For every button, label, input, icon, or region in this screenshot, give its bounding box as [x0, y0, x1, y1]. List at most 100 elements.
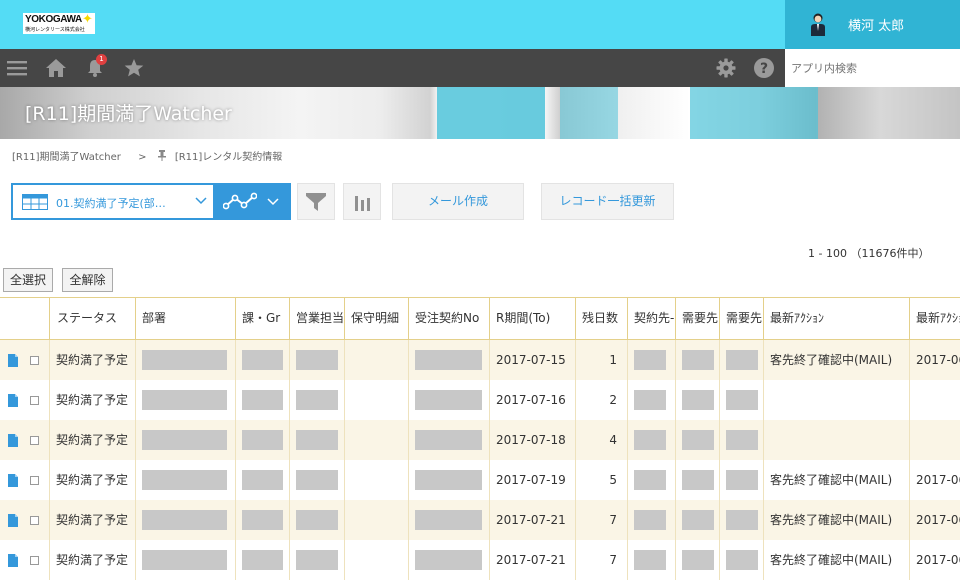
column-header[interactable]: 需要先: [719, 298, 763, 339]
record-detail-icon[interactable]: [8, 394, 18, 407]
redacted-value: [142, 390, 227, 410]
column-header[interactable]: 受注契約No: [408, 298, 489, 339]
latest-action-cell: 客先終了確認中(MAIL): [763, 460, 909, 500]
table-row[interactable]: 契約満了予定 2017-07-18 4: [0, 420, 960, 460]
redacted-value: [296, 430, 338, 450]
favorites-star-icon[interactable]: [124, 58, 144, 78]
hamburger-menu-icon[interactable]: [7, 58, 27, 78]
column-header[interactable]: 最新ｱｸｼｮ: [909, 298, 960, 339]
table-row[interactable]: 契約満了予定 2017-07-217 客先終了確認中(MAIL)2017-06: [0, 540, 960, 580]
bulk-update-button[interactable]: レコード一括更新: [541, 183, 674, 220]
latest-action-date-cell: [909, 420, 960, 460]
column-header[interactable]: 部署: [135, 298, 235, 339]
row-controls: [0, 420, 49, 460]
column-header[interactable]: 残日数: [575, 298, 627, 339]
breadcrumb-separator: >: [138, 152, 147, 163]
chevron-down-icon: [195, 197, 207, 205]
end-date-cell: 2017-07-19: [489, 460, 575, 500]
empty-cell: [344, 340, 408, 380]
chart-button[interactable]: [343, 183, 381, 220]
redacted-value: [682, 510, 714, 530]
latest-action-date-cell: 2017-06: [909, 540, 960, 580]
home-icon[interactable]: [46, 58, 66, 78]
redacted-value: [634, 510, 666, 530]
filter-button[interactable]: [297, 183, 335, 220]
top-bar: YOKOGAWA ✦ 横河レンタリース株式会社 横河 太郎: [0, 0, 960, 49]
user-menu[interactable]: 横河 太郎: [785, 0, 960, 49]
redacted-value: [242, 390, 283, 410]
redacted-cell: [719, 540, 763, 580]
deselect-all-button[interactable]: 全解除: [62, 268, 113, 292]
app-search-input[interactable]: [785, 49, 960, 87]
empty-cell: [344, 460, 408, 500]
redacted-cell: [408, 460, 489, 500]
row-checkbox[interactable]: [30, 396, 39, 405]
table-row[interactable]: 契約満了予定 2017-07-151 客先終了確認中(MAIL)2017-06: [0, 340, 960, 380]
record-detail-icon[interactable]: [8, 554, 18, 567]
table-row[interactable]: 契約満了予定 2017-07-16 2: [0, 380, 960, 420]
column-header[interactable]: R期間(To): [489, 298, 575, 339]
redacted-value: [142, 550, 227, 570]
redacted-cell: [719, 500, 763, 540]
table-row[interactable]: 契約満了予定 2017-07-195 客先終了確認中(MAIL)2017-06: [0, 460, 960, 500]
redacted-value: [634, 390, 666, 410]
column-header[interactable]: ステータス: [49, 298, 135, 339]
redacted-value: [682, 350, 714, 370]
empty-cell: [344, 500, 408, 540]
banner-decoration: [690, 87, 818, 139]
company-logo[interactable]: YOKOGAWA ✦ 横河レンタリース株式会社: [23, 12, 95, 34]
row-checkbox[interactable]: [30, 356, 39, 365]
end-date-cell: 2017-07-21: [489, 540, 575, 580]
settings-gear-icon[interactable]: [716, 58, 736, 78]
record-detail-icon[interactable]: [8, 354, 18, 367]
breadcrumb-space-link[interactable]: [R11]期間満了Watcher: [12, 152, 121, 163]
redacted-value: [682, 470, 714, 490]
redacted-value: [682, 430, 714, 450]
redacted-value: [142, 470, 227, 490]
redacted-value: [726, 390, 758, 410]
redacted-value: [142, 430, 227, 450]
record-detail-icon[interactable]: [8, 474, 18, 487]
row-checkbox[interactable]: [30, 436, 39, 445]
column-header[interactable]: 契約先-: [627, 298, 675, 339]
redacted-cell: [135, 500, 235, 540]
help-icon[interactable]: ?: [754, 58, 774, 78]
redacted-cell: [627, 500, 675, 540]
column-header[interactable]: 課・Gr: [235, 298, 289, 339]
latest-action-date-cell: 2017-06: [909, 500, 960, 540]
redacted-cell: [408, 540, 489, 580]
row-controls: [0, 460, 49, 500]
record-detail-icon[interactable]: [8, 434, 18, 447]
row-checkbox[interactable]: [30, 516, 39, 525]
redacted-value: [415, 390, 482, 410]
redacted-cell: [675, 460, 719, 500]
column-header[interactable]: 保守明細: [344, 298, 408, 339]
record-detail-icon[interactable]: [8, 514, 18, 527]
column-header[interactable]: 需要先: [675, 298, 719, 339]
redacted-cell: [408, 500, 489, 540]
redacted-cell: [135, 460, 235, 500]
view-selector[interactable]: 01.契約満了予定(部…: [11, 183, 215, 220]
redacted-cell: [289, 500, 344, 540]
latest-action-cell: 客先終了確認中(MAIL): [763, 540, 909, 580]
breadcrumb-app-link[interactable]: [R11]レンタル契約情報: [175, 152, 282, 163]
graph-view-button[interactable]: [215, 183, 291, 220]
redacted-cell: [627, 460, 675, 500]
redacted-value: [142, 510, 227, 530]
redacted-cell: [719, 340, 763, 380]
select-all-button[interactable]: 全選択: [3, 268, 53, 292]
redacted-cell: [289, 380, 344, 420]
redacted-cell: [675, 380, 719, 420]
status-cell: 契約満了予定: [49, 420, 135, 460]
create-mail-button[interactable]: メール作成: [392, 183, 524, 220]
column-header[interactable]: 営業担当: [289, 298, 344, 339]
latest-action-cell: 客先終了確認中(MAIL): [763, 500, 909, 540]
table-row[interactable]: 契約満了予定 2017-07-217 客先終了確認中(MAIL)2017-06: [0, 500, 960, 540]
row-checkbox[interactable]: [30, 476, 39, 485]
redacted-cell: [719, 380, 763, 420]
redacted-value: [682, 390, 714, 410]
row-checkbox[interactable]: [30, 556, 39, 565]
redacted-value: [142, 350, 227, 370]
column-header[interactable]: 最新ｱｸｼｮﾝ: [763, 298, 909, 339]
row-controls: [0, 380, 49, 420]
